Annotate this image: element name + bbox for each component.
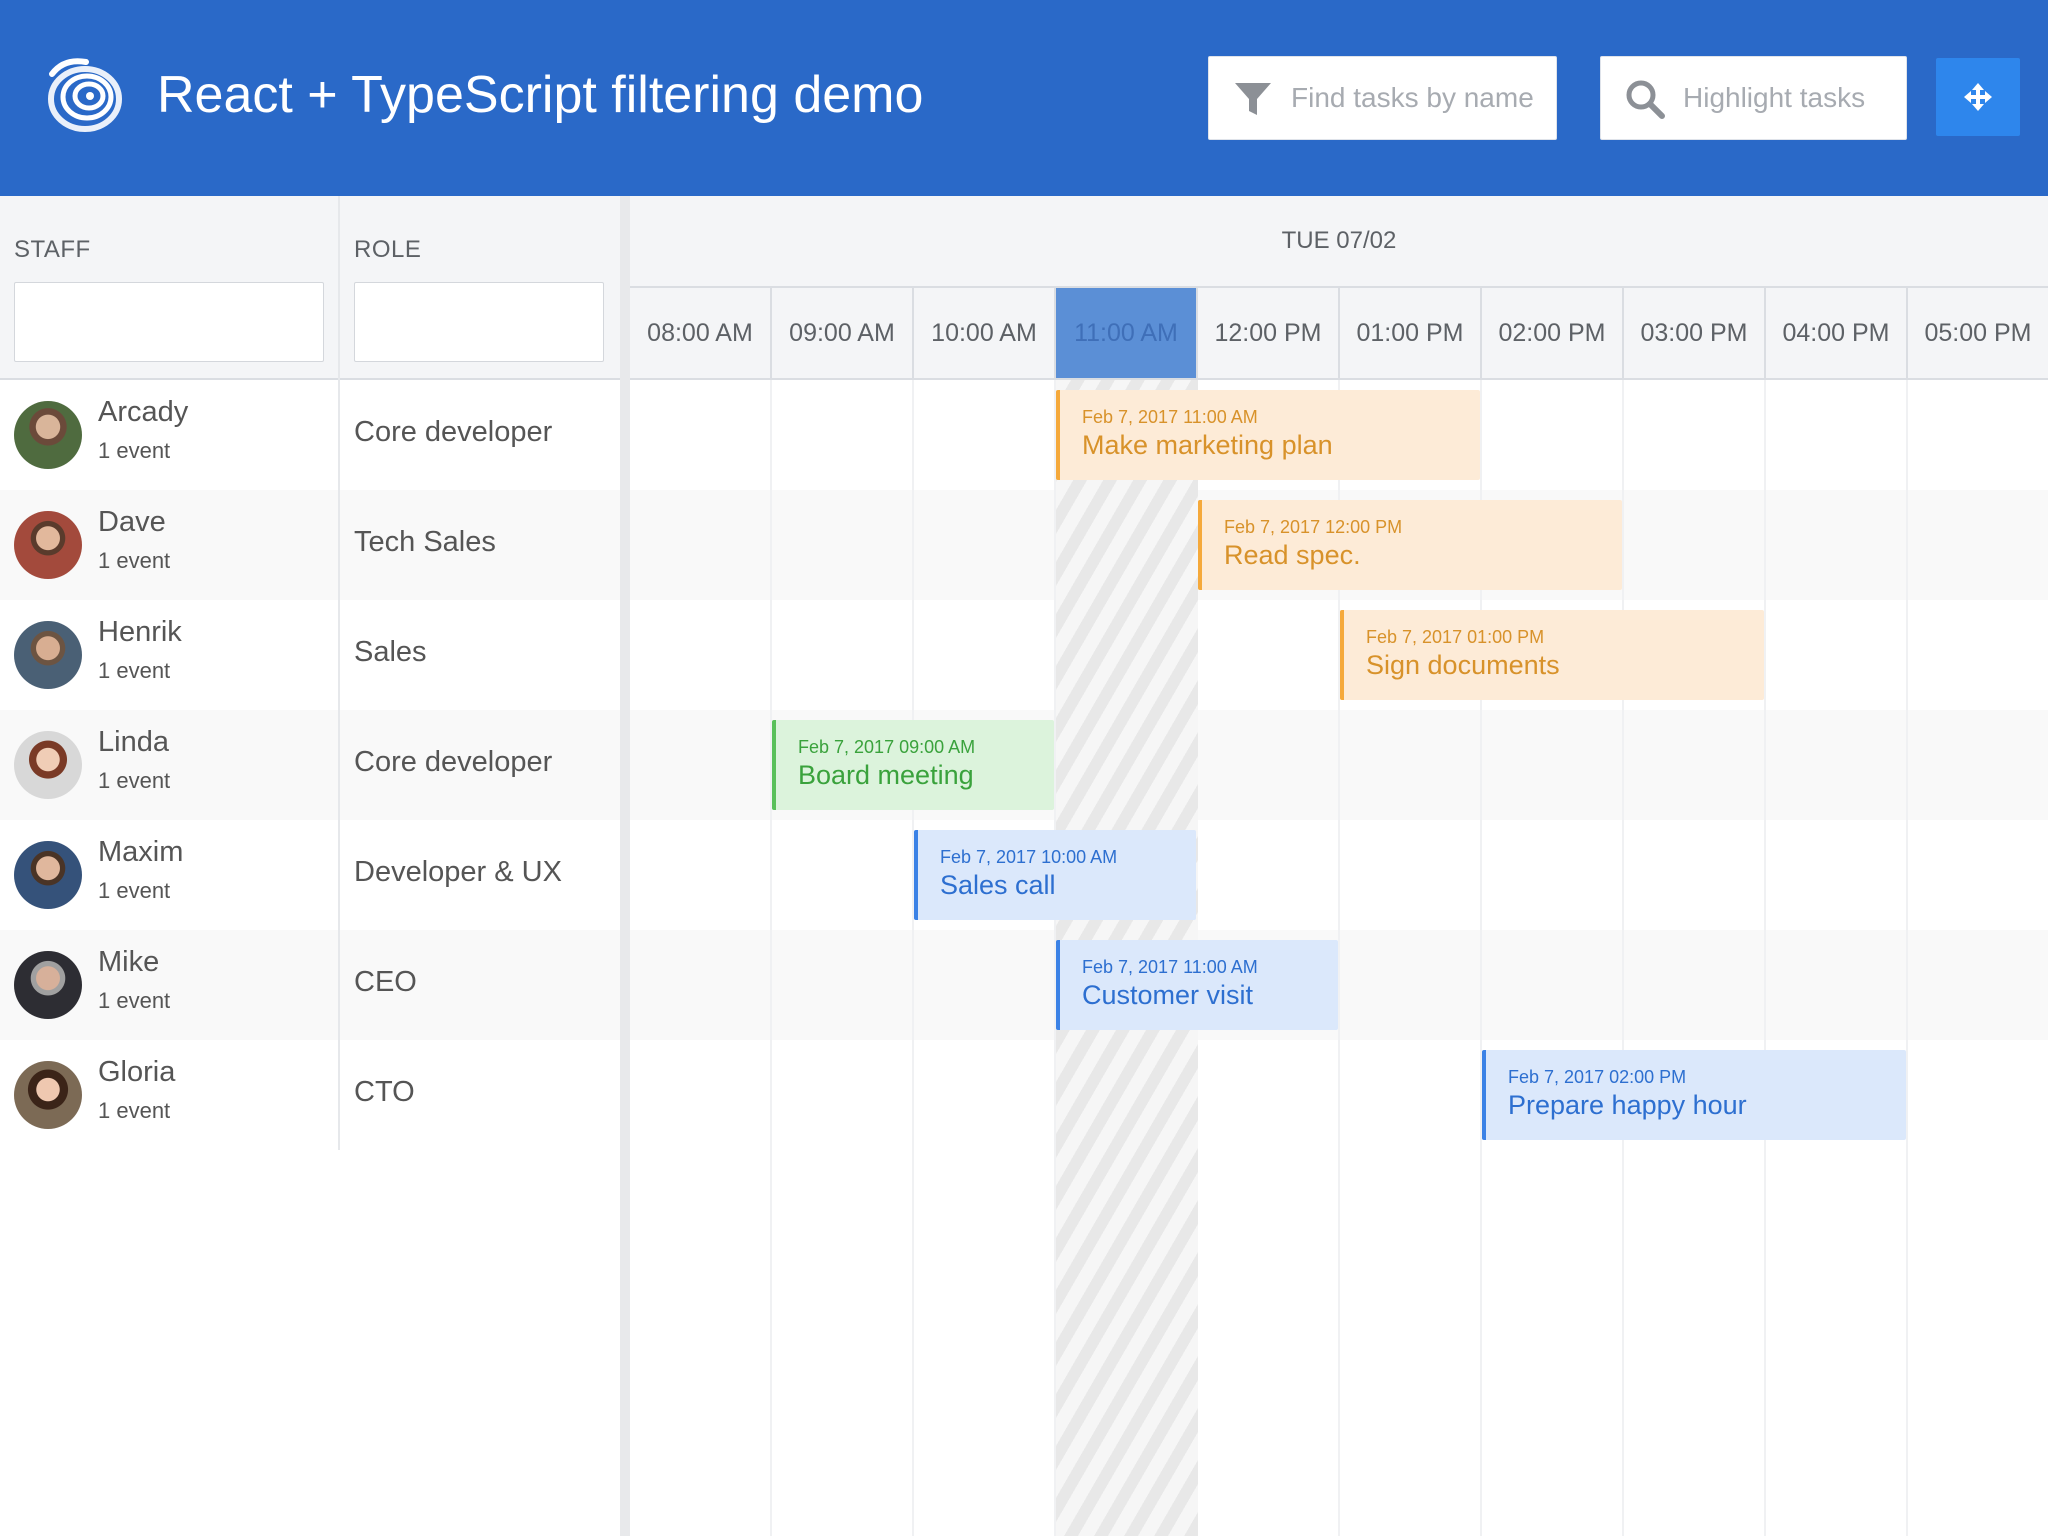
move-arrows-icon xyxy=(1964,83,1992,111)
schedule-body: Feb 7, 2017 11:00 AM Make marketing plan F… xyxy=(630,380,2048,1536)
grid-line xyxy=(912,380,914,1536)
event-count: 1 event xyxy=(98,768,171,793)
event-bar[interactable]: Feb 7, 2017 01:00 PM Sign documents xyxy=(1340,610,1764,700)
time-tick: 08:00 AM xyxy=(630,288,772,378)
axis-hours-row: 08:00 AM 09:00 AM 10:00 AM 11:00 AM 12:00 PM… xyxy=(630,286,2048,378)
avatar xyxy=(14,621,82,689)
staff-role: Sales xyxy=(354,636,427,668)
staff-role: Core developer xyxy=(354,416,553,448)
staff-name: Gloria xyxy=(98,1056,176,1088)
event-bar[interactable]: Feb 7, 2017 10:00 AM Sales call xyxy=(914,830,1196,920)
staff-name: Linda xyxy=(98,726,169,758)
event-count: 1 event xyxy=(98,548,171,573)
event-name: Prepare happy hour xyxy=(1508,1090,1747,1120)
time-tick: 03:00 PM xyxy=(1624,288,1766,378)
event-bar[interactable]: Feb 7, 2017 09:00 AM Board meeting xyxy=(772,720,1054,810)
grid-line xyxy=(1764,380,1766,1536)
event-count: 1 event xyxy=(98,438,171,463)
role-column-header[interactable]: ROLE xyxy=(354,236,421,264)
task-filter-field[interactable] xyxy=(1208,56,1557,140)
time-tick: 12:00 PM xyxy=(1198,288,1340,378)
event-date: Feb 7, 2017 12:00 PM xyxy=(1224,517,1403,537)
time-tick: 04:00 PM xyxy=(1766,288,1908,378)
event-date: Feb 7, 2017 01:00 PM xyxy=(1366,627,1545,647)
event-count: 1 event xyxy=(98,988,171,1013)
event-name: Read spec. xyxy=(1224,540,1361,570)
time-tick: 02:00 PM xyxy=(1482,288,1624,378)
staff-filter-input[interactable] xyxy=(14,282,324,362)
avatar xyxy=(14,511,82,579)
grid-line xyxy=(1906,380,1908,1536)
axis-date-label: TUE 07/02 xyxy=(1281,227,1397,254)
event-count: 1 event xyxy=(98,1098,171,1123)
move-button[interactable] xyxy=(1936,58,2020,136)
grid-line xyxy=(770,380,772,1536)
staff-name: Maxim xyxy=(98,836,184,868)
resource-row[interactable]: Arcady 1 event Core developer xyxy=(0,380,620,490)
staff-role: CEO xyxy=(354,966,417,998)
staff-role: Core developer xyxy=(354,746,553,778)
time-tick: 10:00 AM xyxy=(914,288,1056,378)
staff-column-header[interactable]: STAFF xyxy=(14,236,91,264)
event-bar[interactable]: Feb 7, 2017 11:00 AM Make marketing plan xyxy=(1056,390,1480,480)
spiral-logo-icon xyxy=(48,58,122,132)
event-name: Board meeting xyxy=(798,760,974,790)
page-title: React + TypeScript filtering demo xyxy=(157,66,924,124)
event-name: Sales call xyxy=(940,870,1056,900)
resource-row[interactable]: Gloria 1 event CTO xyxy=(0,1040,620,1150)
staff-role: Developer & UX xyxy=(354,856,562,888)
event-count: 1 event xyxy=(98,658,171,683)
grid-line xyxy=(1622,380,1624,1536)
grid-splitter[interactable] xyxy=(620,196,630,1536)
task-highlight-input[interactable] xyxy=(1683,67,1893,129)
event-date: Feb 7, 2017 02:00 PM xyxy=(1508,1067,1687,1087)
avatar xyxy=(14,951,82,1019)
event-name: Make marketing plan xyxy=(1082,430,1333,460)
app-header: React + TypeScript filtering demo xyxy=(0,0,2048,196)
staff-name: Mike xyxy=(98,946,160,978)
task-highlight-field[interactable] xyxy=(1600,56,1907,140)
resource-row[interactable]: Maxim 1 event Developer & UX xyxy=(0,820,620,930)
event-count: 1 event xyxy=(98,878,171,903)
event-date: Feb 7, 2017 10:00 AM xyxy=(940,847,1118,867)
avatar xyxy=(14,841,82,909)
funnel-icon xyxy=(1235,83,1271,115)
event-name: Customer visit xyxy=(1082,980,1254,1010)
event-date: Feb 7, 2017 11:00 AM xyxy=(1082,407,1258,427)
grid-header: STAFF ROLE xyxy=(0,196,620,380)
staff-name: Arcady xyxy=(98,396,189,428)
staff-name: Dave xyxy=(98,506,166,538)
staff-role: CTO xyxy=(354,1076,415,1108)
avatar xyxy=(14,1061,82,1129)
time-axis: TUE 07/02 08:00 AM 09:00 AM 10:00 AM 11:00 … xyxy=(630,196,2048,380)
resource-row[interactable]: Henrik 1 event Sales xyxy=(0,600,620,710)
staff-name: Henrik xyxy=(98,616,182,648)
resource-row[interactable]: Dave 1 event Tech Sales xyxy=(0,490,620,600)
event-bar[interactable]: Feb 7, 2017 11:00 AM Customer visit xyxy=(1056,940,1338,1030)
time-tick: 01:00 PM xyxy=(1340,288,1482,378)
staff-role: Tech Sales xyxy=(354,526,496,558)
time-tick: 11:00 AM xyxy=(1056,288,1198,378)
event-name: Sign documents xyxy=(1366,650,1560,680)
resource-row[interactable]: Linda 1 event Core developer xyxy=(0,710,620,820)
event-date: Feb 7, 2017 11:00 AM xyxy=(1082,957,1258,977)
avatar xyxy=(14,731,82,799)
time-tick: 05:00 PM xyxy=(1908,288,2048,378)
resource-row[interactable]: Mike 1 event CEO xyxy=(0,930,620,1040)
column-divider xyxy=(338,196,340,1150)
event-bar[interactable]: Feb 7, 2017 02:00 PM Prepare happy hour xyxy=(1482,1050,1906,1140)
task-filter-input[interactable] xyxy=(1291,67,1541,129)
time-tick: 09:00 AM xyxy=(772,288,914,378)
event-bar[interactable]: Feb 7, 2017 12:00 PM Read spec. xyxy=(1198,500,1622,590)
role-filter-input[interactable] xyxy=(354,282,604,362)
event-date: Feb 7, 2017 09:00 AM xyxy=(798,737,976,757)
avatar xyxy=(14,401,82,469)
search-icon xyxy=(1626,80,1665,119)
